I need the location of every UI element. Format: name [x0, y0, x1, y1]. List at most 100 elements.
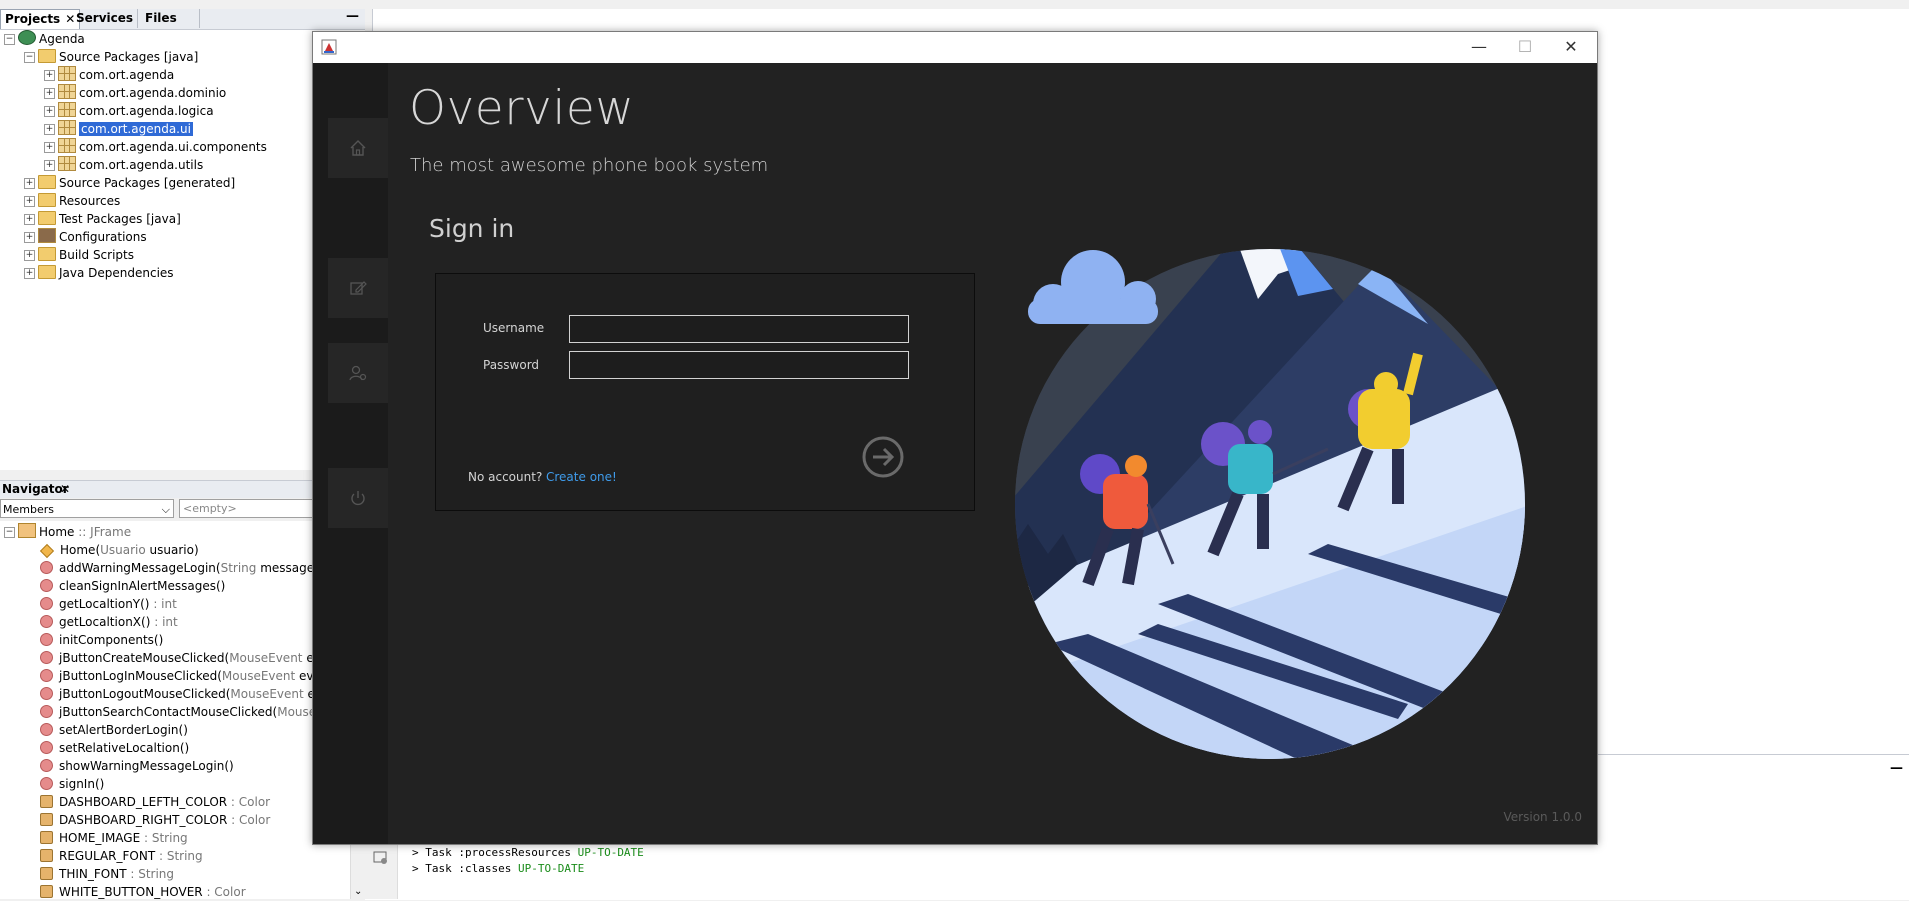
tab-projects-label: Projects: [5, 12, 61, 26]
member-name: signIn(): [59, 777, 105, 791]
navigator-member[interactable]: jButtonLogInMouseClicked(MouseEvent evt): [40, 667, 323, 685]
tree-node-label: Test Packages [java]: [59, 212, 181, 226]
tab-files-label: Files: [145, 11, 177, 25]
navigator-member[interactable]: HOME_IMAGE : String: [40, 829, 188, 847]
tree-node[interactable]: + com.ort.agenda.ui.components: [44, 138, 267, 156]
tree-node[interactable]: + Build Scripts: [24, 246, 134, 264]
tab-files[interactable]: Files: [141, 9, 200, 28]
edit-button[interactable]: [328, 258, 388, 318]
tree-node[interactable]: + Configurations: [24, 228, 147, 246]
expand-icon[interactable]: +: [24, 268, 35, 279]
tree-node-label: com.ort.agenda.dominio: [79, 86, 227, 100]
login-arrow-button[interactable]: [862, 436, 904, 478]
tree-node[interactable]: + Test Packages [java]: [24, 210, 181, 228]
expand-icon[interactable]: +: [24, 232, 35, 243]
field-icon: [40, 849, 53, 862]
class-name: Home: [39, 525, 75, 539]
navigator-member[interactable]: jButtonLogoutMouseClicked(MouseEvent evt…: [40, 685, 331, 703]
app-content: Overview The most awesome phone book sys…: [313, 63, 1597, 844]
expand-icon[interactable]: +: [44, 70, 55, 81]
navigator-member[interactable]: DASHBOARD_LEFTH_COLOR : Color: [40, 793, 270, 811]
window-close-button[interactable]: ✕: [1548, 32, 1594, 62]
navigator-member[interactable]: DASHBOARD_RIGHT_COLOR : Color: [40, 811, 270, 829]
member-params: usuario): [145, 543, 199, 557]
tree-node[interactable]: + com.ort.agenda.logica: [44, 102, 214, 120]
password-field[interactable]: [569, 351, 909, 379]
output-line-text: > Task :classes: [412, 862, 518, 875]
navigator-member[interactable]: setAlertBorderLogin(): [40, 721, 188, 739]
tree-node[interactable]: + com.ort.agenda.utils: [44, 156, 203, 174]
navigator-member[interactable]: jButtonCreateMouseClicked(MouseEvent evt…: [40, 649, 330, 667]
field-icon: [40, 813, 53, 826]
expand-icon[interactable]: +: [24, 178, 35, 189]
member-name: WHITE_BUTTON_HOVER: [59, 885, 203, 899]
home-button[interactable]: [328, 118, 388, 178]
collapse-icon[interactable]: −: [24, 52, 35, 63]
username-field[interactable]: [569, 315, 909, 343]
member-type: : String: [140, 831, 188, 845]
logout-button[interactable]: [328, 468, 388, 528]
member-name: jButtonLogInMouseClicked(: [59, 669, 222, 683]
window-maximize-button[interactable]: ☐: [1502, 32, 1548, 62]
page-subtitle: The most awesome phone book system: [410, 155, 769, 176]
constructor-icon: [39, 543, 55, 559]
tree-node[interactable]: − Source Packages [java]: [24, 48, 198, 66]
method-icon: [40, 759, 53, 772]
member-name: jButtonCreateMouseClicked(: [59, 651, 230, 665]
tree-node[interactable]: + Resources: [24, 192, 120, 210]
tree-node[interactable]: + com.ort.agenda.dominio: [44, 84, 226, 102]
navigator-controls: Members ⌵ <empty>: [0, 498, 365, 520]
contacts-icon: [349, 365, 367, 381]
window-titlebar[interactable]: — ☐ ✕: [313, 32, 1597, 62]
close-icon[interactable]: ✕: [60, 482, 70, 496]
signin-heading: Sign in: [429, 214, 515, 243]
expand-icon[interactable]: +: [44, 106, 55, 117]
contacts-button[interactable]: [328, 343, 388, 403]
expand-icon[interactable]: +: [44, 142, 55, 153]
member-type: : String: [155, 849, 203, 863]
tab-services[interactable]: Services: [72, 9, 139, 28]
collapse-icon[interactable]: −: [4, 34, 15, 45]
minimize-panel-button[interactable]: —: [346, 9, 359, 24]
expand-icon[interactable]: +: [44, 88, 55, 99]
tree-node[interactable]: + Java Dependencies: [24, 264, 174, 282]
minimize-output-button[interactable]: —: [1890, 761, 1903, 776]
navigator-member[interactable]: THIN_FONT : String: [40, 865, 174, 883]
tree-node[interactable]: + Source Packages [generated]: [24, 174, 235, 192]
tree-node[interactable]: + com.ort.agenda.ui: [44, 120, 193, 138]
expand-icon[interactable]: +: [44, 160, 55, 171]
members-select[interactable]: Members ⌵: [0, 499, 174, 518]
tree-node[interactable]: + com.ort.agenda: [44, 66, 174, 84]
expand-icon[interactable]: +: [24, 250, 35, 261]
window-minimize-button[interactable]: —: [1456, 32, 1502, 62]
navigator-member[interactable]: Home(Usuario usuario): [39, 541, 199, 559]
navigator-member[interactable]: initComponents(): [40, 631, 163, 649]
member-type: : Color: [202, 885, 246, 899]
navigator-member[interactable]: signIn(): [40, 775, 104, 793]
navigator-member[interactable]: addWarningMessageLogin(String message): [40, 559, 319, 577]
expand-icon[interactable]: +: [44, 124, 55, 135]
folder-icon: [38, 211, 56, 225]
password-label: Password: [483, 358, 540, 372]
tree-node-label: Agenda: [39, 32, 85, 46]
member-name: initComponents(): [59, 633, 164, 647]
member-name: getLocaltionX(): [59, 615, 151, 629]
navigator-member[interactable]: showWarningMessageLogin(): [40, 757, 234, 775]
tree-node[interactable]: − Agenda: [4, 30, 85, 48]
navigator-member[interactable]: cleanSignInAlertMessages(): [40, 577, 225, 595]
navigator-member[interactable]: getLocaltionX() : int: [40, 613, 178, 631]
expand-icon[interactable]: +: [24, 196, 35, 207]
jframe-class-icon: [18, 523, 36, 538]
navigator-member[interactable]: WHITE_BUTTON_HOVER : Color: [40, 883, 246, 901]
navigator-member[interactable]: REGULAR_FONT : String: [40, 847, 203, 865]
member-name: cleanSignInAlertMessages(): [59, 579, 226, 593]
navigator-member[interactable]: setRelativeLocaltion(): [40, 739, 189, 757]
navigator-member[interactable]: getLocaltionY() : int: [40, 595, 177, 613]
chevron-down-icon[interactable]: ⌄: [354, 886, 362, 897]
tab-projects[interactable]: Projects ✕: [0, 9, 81, 29]
output-settings-icon[interactable]: [373, 850, 389, 866]
expand-icon[interactable]: +: [24, 214, 35, 225]
create-account-link[interactable]: Create one!: [546, 470, 617, 484]
collapse-icon[interactable]: −: [4, 527, 15, 538]
navigator-root-node[interactable]: − Home :: JFrame: [4, 523, 131, 541]
